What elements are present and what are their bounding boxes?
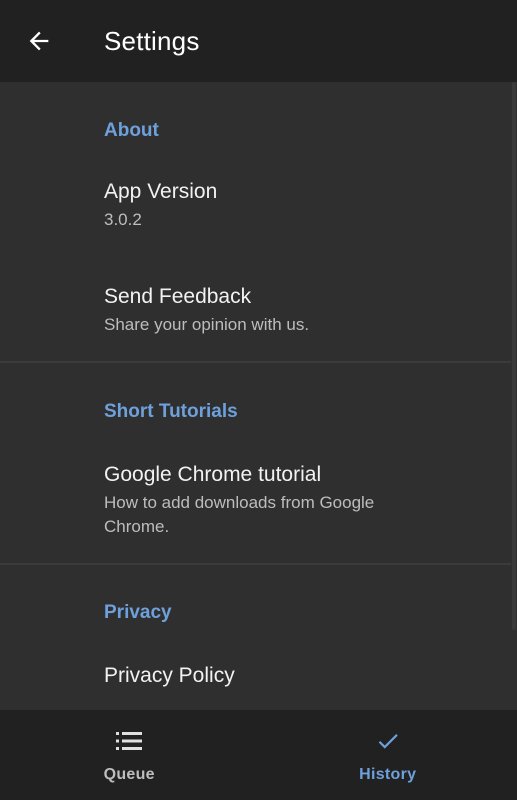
section-header-privacy: Privacy <box>104 602 172 623</box>
pref-send-feedback[interactable]: Send Feedback Share your opinion with us… <box>104 284 487 337</box>
scrollbar[interactable] <box>511 82 517 710</box>
page-title: Settings <box>104 26 200 56</box>
pref-summary: 3.0.2 <box>104 210 142 229</box>
settings-screen: Settings About App Version 3.0.2 Send Fe… <box>0 0 517 800</box>
nav-label-history: History <box>359 766 417 783</box>
pref-title: Send Feedback <box>104 285 252 308</box>
section-header-tutorials: Short Tutorials <box>104 401 238 422</box>
bottom-navigation: Queue History <box>0 710 517 800</box>
pref-summary: How to add downloads from Google Chrome. <box>104 493 375 536</box>
pref-summary: Share your opinion with us. <box>104 315 310 334</box>
section-divider <box>0 563 511 565</box>
scrollbar-thumb[interactable] <box>512 82 516 630</box>
check-icon <box>373 727 403 755</box>
pref-app-version[interactable]: App Version 3.0.2 <box>104 179 487 232</box>
pref-title: App Version <box>104 180 218 203</box>
app-bar: Settings <box>0 0 517 82</box>
nav-label-queue: Queue <box>103 766 155 783</box>
pref-chrome-tutorial[interactable]: Google Chrome tutorial How to add downlo… <box>104 462 487 539</box>
pref-title: Google Chrome tutorial <box>104 463 322 486</box>
pref-title: Privacy Policy <box>104 664 235 687</box>
nav-item-history[interactable]: History <box>259 710 517 800</box>
section-divider <box>0 361 511 363</box>
list-icon <box>114 727 144 755</box>
pref-privacy-policy[interactable]: Privacy Policy <box>104 663 487 689</box>
nav-item-queue[interactable]: Queue <box>0 710 259 800</box>
settings-list[interactable]: About App Version 3.0.2 Send Feedback Sh… <box>0 82 517 710</box>
section-header-about: About <box>104 120 159 141</box>
arrow-back-icon <box>29 31 49 51</box>
back-button[interactable] <box>18 21 60 61</box>
